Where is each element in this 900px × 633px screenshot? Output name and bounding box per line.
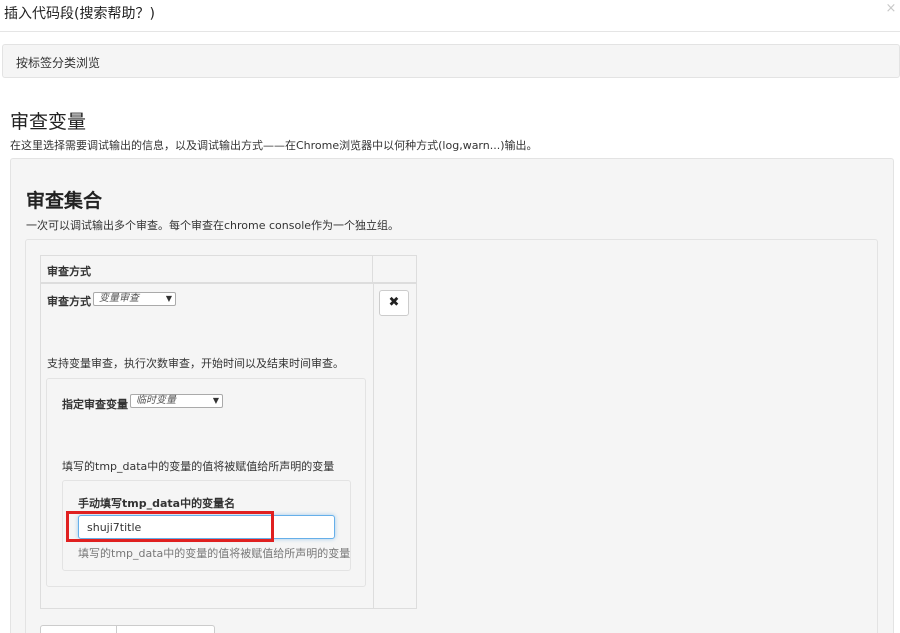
inspect-variable-value: 临时变量 [136, 395, 176, 406]
section-title: 审查变量 [10, 111, 87, 133]
modal-title: 插入代码段(搜索帮助？) [4, 6, 155, 22]
inspect-mode-label: 审查方式 [47, 295, 91, 308]
inspection-set-title: 审查集合 [26, 190, 103, 212]
section-description: 在这里选择需要调试输出的信息，以及调试输出方式——在Chrome浏览器中以何种方… [10, 139, 538, 152]
table-column-divider [373, 284, 374, 608]
close-icon: ✖ [388, 295, 400, 310]
table-header-action-cell [373, 256, 416, 284]
table-header-label: 审查方式 [47, 265, 91, 278]
inspect-mode-help: 支持变量审查，执行次数审查，开始时间以及结束时间审查。 [47, 357, 344, 370]
button-group-divider [116, 626, 117, 633]
chevron-down-icon: ▼ [165, 294, 172, 303]
chevron-down-icon: ▼ [212, 396, 219, 405]
header-divider [0, 31, 900, 32]
inspection-set-description: 一次可以调试输出多个审查。每个审查在chrome console作为一个独立组。 [26, 219, 400, 232]
variable-name-label: 手动填写tmp_data中的变量名 [78, 497, 236, 510]
bottom-button-group[interactable] [40, 625, 215, 633]
tag-browse-label[interactable]: 按标签分类浏览 [16, 54, 100, 71]
tag-browse-bar[interactable]: 按标签分类浏览 [2, 44, 900, 78]
inspect-mode-select[interactable]: 变量审查 ▼ [93, 292, 176, 306]
table-header-cell: 审查方式 [41, 256, 373, 284]
inspect-variable-help: 填写的tmp_data中的变量的值将被赋值给所声明的变量 [62, 460, 335, 473]
inspect-variable-label: 指定审查变量 [62, 398, 128, 411]
variable-name-help: 填写的tmp_data中的变量的值将被赋值给所声明的变量 [78, 547, 351, 560]
variable-name-input[interactable] [78, 515, 335, 539]
delete-row-button[interactable]: ✖ [379, 290, 409, 316]
close-icon[interactable]: × [884, 2, 898, 16]
inspect-mode-value: 变量审查 [99, 293, 139, 304]
inspect-variable-select[interactable]: 临时变量 ▼ [130, 394, 223, 408]
